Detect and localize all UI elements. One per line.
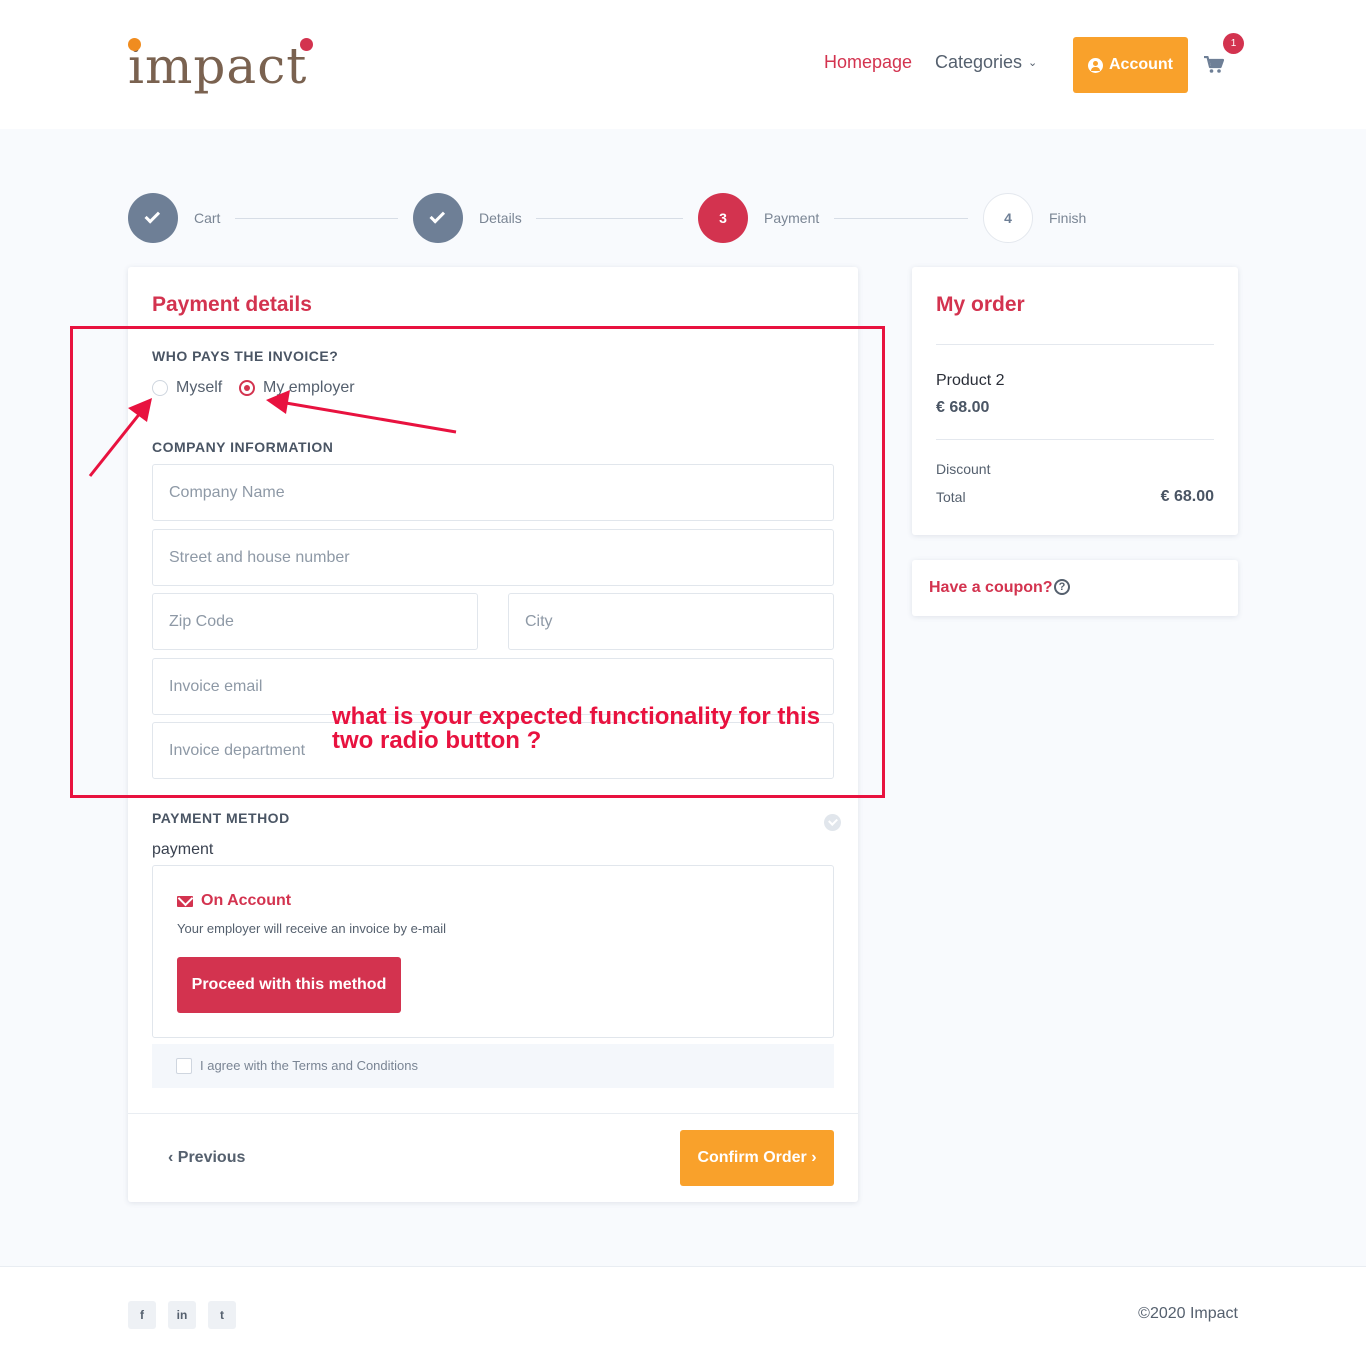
- step-cart-label: Cart: [194, 210, 221, 226]
- step-connector: [834, 218, 968, 219]
- product-price: € 68.00: [936, 399, 990, 416]
- logo-text: impact: [128, 37, 308, 95]
- step-details-circle: [413, 193, 463, 243]
- facebook-icon[interactable]: f: [128, 1301, 156, 1329]
- linkedin-icon[interactable]: in: [168, 1301, 196, 1329]
- cart-count-badge: 1: [1223, 33, 1244, 54]
- terms-row: I agree with the Terms and Conditions: [152, 1044, 834, 1088]
- payment-details-title: Payment details: [152, 293, 312, 316]
- check-icon: [144, 208, 161, 224]
- site-footer: f in t ©2020 Impact: [0, 1266, 1366, 1361]
- step-payment-label: Payment: [764, 210, 820, 226]
- step-payment-circle: 3: [698, 193, 748, 243]
- total-value: € 68.00: [1160, 488, 1214, 505]
- confirm-order-label: Confirm Order: [697, 1149, 807, 1166]
- chevron-left-icon: ‹: [168, 1149, 178, 1166]
- logo-dot-orange: [128, 38, 141, 51]
- total-label: Total: [936, 489, 966, 505]
- step-finish-circle: 4: [983, 193, 1033, 243]
- product-name: Product 2: [936, 372, 1005, 389]
- twitter-icon[interactable]: t: [208, 1301, 236, 1329]
- previous-button[interactable]: ‹ Previous: [168, 1149, 245, 1167]
- check-icon: [429, 208, 446, 224]
- payment-method-subtitle: payment: [152, 841, 214, 858]
- cart-icon[interactable]: [1204, 56, 1224, 74]
- step-cart-circle: [128, 193, 178, 243]
- site-header: impact Homepage Categories ⌄ Account 1: [0, 0, 1366, 129]
- discount-label: Discount: [936, 461, 991, 477]
- account-button[interactable]: Account: [1073, 37, 1188, 93]
- step-finish-label: Finish: [1049, 210, 1087, 226]
- user-icon: [1088, 57, 1103, 73]
- card-footer-divider: [128, 1113, 858, 1114]
- nav-categories-dropdown[interactable]: Categories ⌄: [935, 52, 1037, 73]
- order-divider: [936, 439, 1214, 440]
- my-order-title: My order: [936, 293, 1025, 316]
- envelope-icon: [177, 896, 193, 907]
- on-account-method-box: On Account Your employer will receive an…: [152, 865, 834, 1038]
- terms-label[interactable]: I agree with the Terms and Conditions: [200, 1058, 418, 1073]
- nav-homepage-link[interactable]: Homepage: [824, 52, 912, 73]
- order-divider: [936, 344, 1214, 345]
- payment-method-label: PAYMENT METHOD: [152, 810, 290, 826]
- impact-logo[interactable]: impact: [128, 34, 324, 98]
- confirm-order-button[interactable]: Confirm Order ›: [680, 1130, 834, 1186]
- coupon-card[interactable]: Have a coupon? ?: [912, 560, 1238, 616]
- step-connector: [235, 218, 398, 219]
- on-account-title: On Account: [201, 892, 292, 909]
- step-connector: [536, 218, 683, 219]
- terms-checkbox[interactable]: [176, 1058, 192, 1074]
- previous-label: Previous: [177, 1149, 246, 1166]
- logo-dot-red: [300, 38, 313, 51]
- step-details-label: Details: [479, 210, 522, 226]
- account-label: Account: [1109, 56, 1173, 73]
- coupon-link[interactable]: Have a coupon?: [929, 579, 1053, 597]
- help-icon[interactable]: ?: [1054, 579, 1070, 595]
- copyright-text: ©2020 Impact: [1138, 1305, 1238, 1322]
- proceed-with-method-button[interactable]: Proceed with this method: [177, 957, 401, 1013]
- chevron-down-icon: ⌄: [1028, 57, 1038, 69]
- annotation-question: what is your expected functionality for …: [332, 703, 821, 754]
- on-account-description: Your employer will receive an invoice by…: [177, 921, 447, 936]
- nav-categories-label: Categories: [935, 52, 1023, 72]
- check-circle-icon: [824, 814, 841, 831]
- my-order-card: My order Product 2 € 68.00 Discount Tota…: [912, 267, 1238, 535]
- chevron-right-icon: ›: [806, 1149, 817, 1166]
